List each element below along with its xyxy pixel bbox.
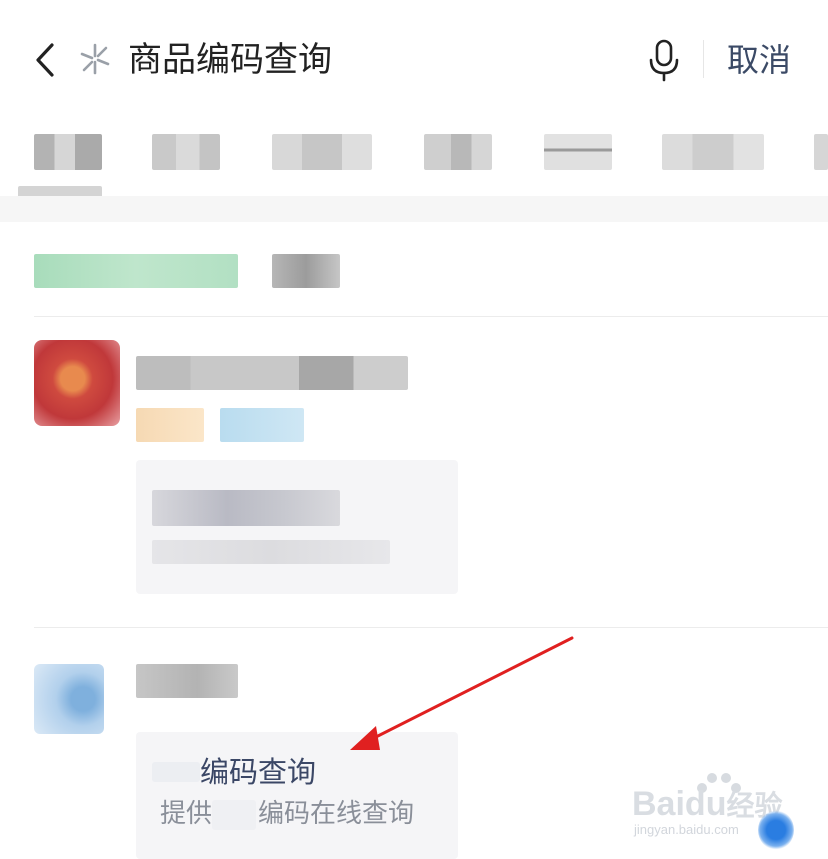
redacted-text [212,800,256,830]
account-name[interactable] [136,664,238,698]
cancel-button[interactable]: 取消 [727,36,791,84]
tab-item[interactable] [424,134,492,170]
header-divider [703,40,704,78]
row-divider [34,627,828,628]
tab-item[interactable] [544,134,612,170]
tab-item[interactable] [662,134,764,170]
watermark-brand-mid: du [684,785,727,823]
avatar[interactable] [34,340,120,426]
watermark-brand-text: Bai [632,785,685,823]
service-card-desc-suffix: 编码在线查询 [258,799,415,829]
tab-item[interactable] [814,134,828,170]
baidu-watermark: Baidu经验 jingyan.baidu.com [628,760,818,850]
watermark-url: jingyan.baidu.com [634,822,739,837]
row-divider [34,316,828,317]
result-header-bar [34,254,238,288]
status-badge [136,408,204,442]
blue-blob [758,810,794,850]
microphone-icon[interactable] [646,38,682,82]
account-name[interactable] [136,356,408,390]
section-gap [0,196,828,222]
tab-item[interactable] [152,134,220,170]
tab-item[interactable] [272,134,372,170]
avatar[interactable] [34,664,104,734]
watermark-brand: Baidu经验 [632,784,782,824]
chevron-left-icon[interactable] [28,40,68,80]
status-badge [220,408,304,442]
service-card-desc-prefix: 提供 [160,799,213,829]
redacted-text [152,762,200,782]
search-input[interactable]: 商品编码查询 [128,36,332,84]
service-card[interactable] [136,460,458,594]
result-header-tag [272,254,340,288]
service-card-desc [152,540,390,564]
service-card-title: 编码查询 [200,755,317,789]
sparkle-icon [80,43,110,75]
service-card-title [152,490,340,526]
tab-item[interactable] [34,134,102,170]
